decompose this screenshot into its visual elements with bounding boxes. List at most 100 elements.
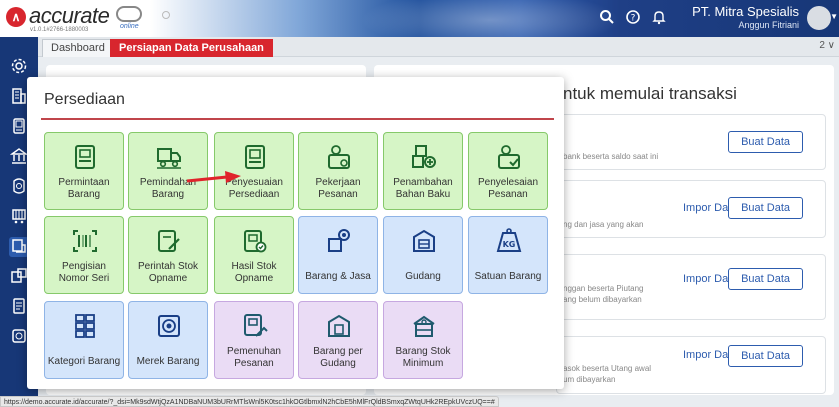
tab-overflow-indicator[interactable]: 2 ∨ [819,40,835,51]
tile-label-line1: Pemenuhan [227,346,281,357]
popup-divider [41,118,554,120]
gear-icon[interactable] [9,57,29,77]
tile-label: Permintaan Barang [47,177,121,201]
buat-data-button[interactable]: Buat Data [728,345,803,367]
logo-text[interactable]: accurate [29,3,110,29]
user-name: Anggun Fitriani [738,20,799,30]
tile-hasil-stok-opname[interactable]: Hasil Stok Opname [214,216,294,294]
tile-perintah-stok-opname[interactable]: Perintah Stok Opname [128,216,208,294]
avatar[interactable] [807,6,831,30]
tile-label-line2: Pesanan [318,189,358,200]
setup-row-desc: bank beserta saldo saat ini [563,152,659,161]
tile-pekerjaan-pesanan[interactable]: Pekerjaan Pesanan [298,132,378,210]
tile-label-line2: Bahan Baku [395,189,451,200]
tile-label-line2: Opname [234,273,274,284]
ledger-icon[interactable] [9,267,29,287]
tile-label-line2: Barang [67,189,101,200]
logo-online: online [120,23,139,30]
item-warehouse-icon [325,312,353,340]
bank-icon[interactable] [9,147,29,167]
accurate-logo-icon[interactable]: ∧ [6,7,26,27]
tab-dashboard[interactable]: Dashboard [42,39,114,57]
tile-label-line1: Pekerjaan [315,177,361,188]
company-block[interactable]: PT. Mitra Spesialis Anggun Fitriani [692,4,799,30]
cart-icon[interactable] [9,207,29,227]
fulfill-icon [241,312,269,340]
tab-persiapan-data[interactable]: Persiapan Data Perusahaan [110,39,273,57]
svg-text:KG: KG [503,240,516,249]
tile-label-line1: Penyelesaian [477,177,539,188]
tile-label-line1: Barang Stok [395,346,451,357]
setup-row-desc: ng dan jasa yang akan [563,220,644,229]
tile-label-line2: Pesanan [488,189,528,200]
persediaan-popup: Persediaan Permintaan Barang Pemindahan Bar… [27,77,564,389]
work-order-icon [325,143,353,171]
finish-order-icon [495,143,523,171]
tile-label: Kategori Barang [47,356,121,368]
kg-icon: KG [495,227,523,255]
tile-label: Barang & Jasa [301,271,375,283]
search-icon[interactable] [598,9,616,29]
buat-data-button[interactable]: Buat Data [728,131,803,153]
setup-row-desc: asok beserta Utang awal um dibayarkan [563,364,652,384]
tile-label: Hasil Stok Opname [217,261,291,285]
chevron-down-icon[interactable]: ▼ [830,12,838,21]
building-icon[interactable] [9,87,29,107]
tile-penambahan-bahan-baku[interactable]: Penambahan Bahan Baku [383,132,463,210]
tile-barang-jasa[interactable]: Barang & Jasa [298,216,378,294]
buat-data-button[interactable]: Buat Data [728,197,803,219]
tile-label-line1: Gudang [405,271,441,282]
tile-label: Satuan Barang [471,271,545,283]
tile-pemenuhan-pesanan[interactable]: Pemenuhan Pesanan [214,301,294,379]
setup-row-vendors: asok beserta Utang awal um dibayarkan Im… [556,336,826,394]
tile-label-line2: Barang [151,189,185,200]
tile-label-line1: Barang & Jasa [305,271,371,282]
tile-label: Barang per Gudang [301,346,375,370]
tile-kategori-barang[interactable]: Kategori Barang [44,301,124,379]
tile-barang-stok-minimum[interactable]: Barang Stok Minimum [383,301,463,379]
tile-merek-barang[interactable]: Merek Barang [128,301,208,379]
category-icon [71,312,99,340]
report-icon[interactable] [9,297,29,317]
min-stock-icon [410,312,438,340]
tile-label: Pekerjaan Pesanan [301,177,375,201]
tile-label-line1: Merek Barang [136,356,200,367]
tile-label: Merek Barang [131,356,205,368]
setup-row-bank: bank beserta saldo saat ini Buat Data [556,114,826,170]
help-icon[interactable]: ? [624,9,642,29]
stock-order-icon [155,227,183,255]
tile-label: Barang Stok Minimum [386,346,460,370]
tile-satuan-barang[interactable]: KG Satuan Barang [468,216,548,294]
money-icon[interactable] [9,177,29,197]
inventory-icon[interactable] [9,237,29,257]
item-service-icon [325,227,353,255]
tile-label-line1: Hasil Stok [231,261,277,272]
tile-barang-per-gudang[interactable]: Barang per Gudang [298,301,378,379]
tile-label-line1: Barang per [313,346,363,357]
header-swoosh [360,0,620,37]
brand-icon [155,312,183,340]
tile-gudang[interactable]: Gudang [383,216,463,294]
clipboard-icon [71,143,99,171]
add-material-icon [410,143,438,171]
tile-label-line2: Persediaan [228,189,280,200]
red-arrow-annotation [186,171,241,183]
status-dot-icon [162,11,170,19]
cloud-icon [116,6,142,22]
background-heading: ntuk memulai transaksi [563,84,737,103]
bell-icon[interactable] [650,9,668,29]
tile-label: Penyelesaian Pesanan [471,177,545,201]
tile-penyelesaian-pesanan[interactable]: Penyelesaian Pesanan [468,132,548,210]
barcode-icon [71,227,99,255]
tile-permintaan-barang[interactable]: Permintaan Barang [44,132,124,210]
status-url: https://demo.accurate.id/accurate/?_dsi=… [0,396,499,407]
phone-icon[interactable] [9,117,29,137]
adjust-icon [241,143,269,171]
tile-label-line1: Perintah Stok [137,261,199,272]
buat-data-button[interactable]: Buat Data [728,268,803,290]
tile-label-line2: Minimum [402,358,444,369]
tile-label-line2: Gudang [320,358,356,369]
version-label: v1.0.1#2766-1880003 [30,27,89,33]
tile-pengisian-nomor-seri[interactable]: Pengisian Nomor Seri [44,216,124,294]
dashboard-icon[interactable] [9,327,29,347]
